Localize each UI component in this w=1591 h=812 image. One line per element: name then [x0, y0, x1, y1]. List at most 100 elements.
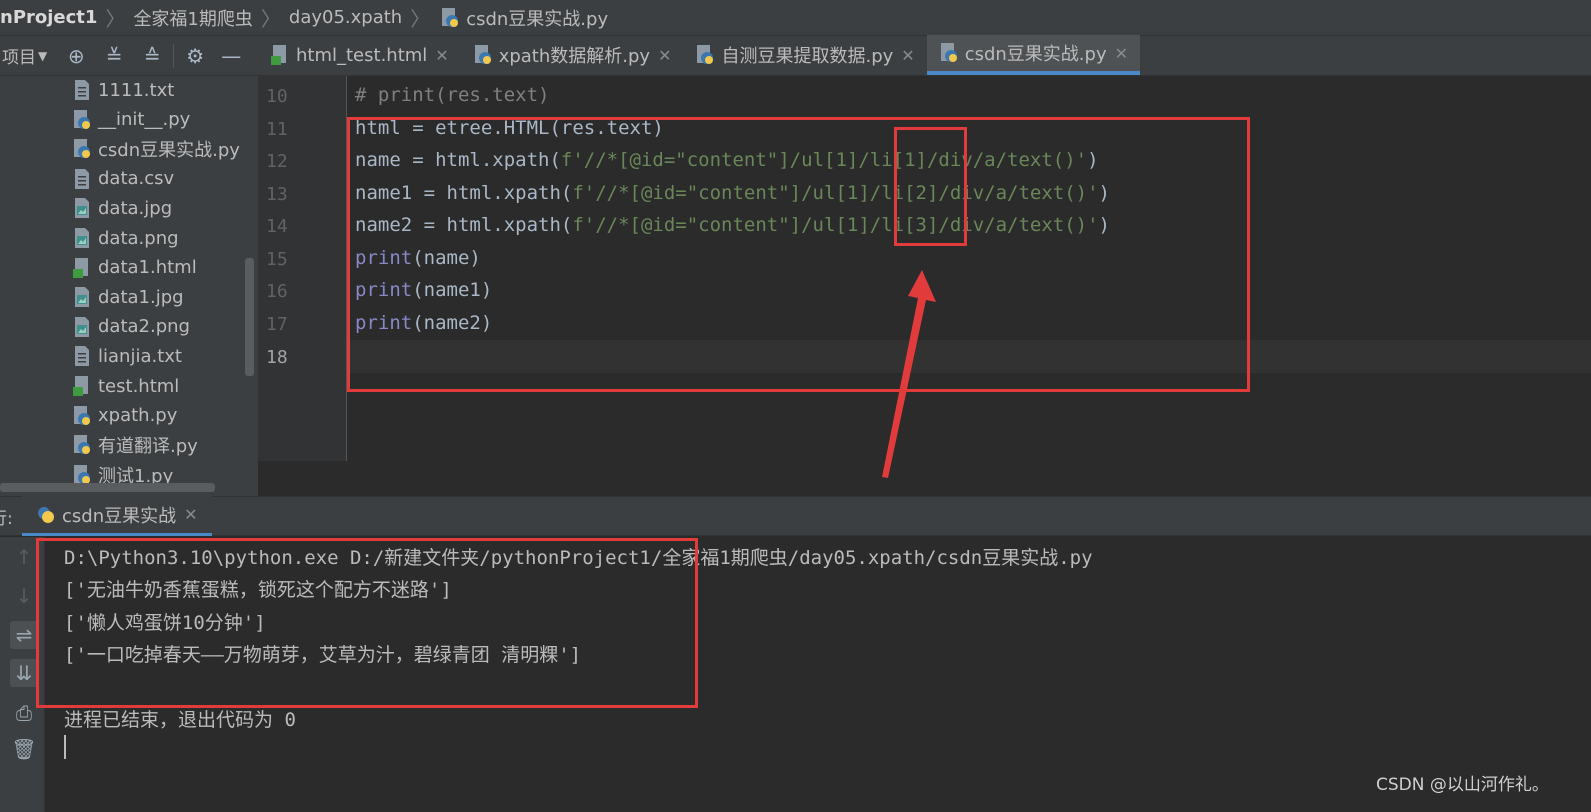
tree-item-file[interactable]: data1.jpg: [72, 283, 184, 311]
tree-item-label: data2.png: [98, 316, 190, 338]
html-file-icon: [73, 257, 88, 278]
python-file-icon: [74, 435, 90, 455]
project-view-selector[interactable]: 项目 ▼: [0, 43, 47, 68]
project-title: 项目: [2, 48, 36, 68]
python-icon: [38, 506, 54, 523]
tree-item-label: data1.html: [98, 257, 197, 279]
tree-item-file[interactable]: data.jpg: [72, 194, 172, 222]
tree-item-label: lianjia.txt: [98, 345, 182, 367]
text-cursor: [64, 735, 66, 759]
python-file-icon: [74, 405, 90, 425]
tab-label: xpath数据解析.py: [498, 46, 651, 67]
text-file-icon: [75, 168, 89, 189]
run-tab[interactable]: csdn豆果实战 ✕: [22, 496, 212, 536]
close-icon[interactable]: ✕: [435, 46, 448, 65]
project-toolbar: 项目 ▼ ⊕ ≚ ≙ ⚙ —: [0, 36, 258, 76]
line-number: 12: [266, 151, 288, 172]
tree-item-file[interactable]: __init__.py: [72, 106, 190, 134]
run-tab-label: csdn豆果实战: [62, 505, 177, 527]
close-icon[interactable]: ✕: [901, 46, 914, 65]
text-file-icon: [75, 80, 89, 100]
tree-item-file[interactable]: data.csv: [72, 165, 174, 193]
line-number: 10: [266, 86, 288, 107]
tree-item-file[interactable]: test.html: [72, 372, 179, 400]
tree-horizontal-scrollbar[interactable]: [0, 483, 215, 492]
python-file-icon: [74, 109, 90, 129]
tree-item-file[interactable]: 1111.txt: [72, 76, 174, 104]
image-file-icon: [75, 228, 89, 248]
collapse-all-icon[interactable]: ≙: [137, 41, 167, 71]
breadcrumb-project[interactable]: nProject1: [0, 7, 97, 28]
arrow-up-icon[interactable]: ↑: [10, 543, 38, 571]
tab-xpath-parse[interactable]: xpath数据解析.py ✕: [461, 35, 684, 75]
tab-label: csdn豆果实战.py: [964, 44, 1107, 65]
print-icon[interactable]: ⎙: [10, 699, 38, 727]
trash-icon[interactable]: 🗑: [10, 735, 38, 763]
annotation-index-box: [894, 127, 967, 246]
breadcrumb: nProject1 〉 全家福1期爬虫 〉 day05.xpath 〉 csdn…: [0, 0, 1591, 36]
watermark: CSDN @以山河作礼。: [1376, 775, 1549, 795]
line-number: 17: [266, 314, 288, 335]
editor-tabs: html_test.html ✕ xpath数据解析.py ✕ 自测豆果提取数据.p…: [258, 35, 1591, 76]
line-number: 18: [266, 347, 288, 368]
tree-vertical-scrollbar[interactable]: [245, 258, 254, 376]
console-line: 进程已结束，退出代码为 0: [64, 709, 296, 731]
tree-item-label: data.csv: [98, 168, 175, 190]
line-number: 11: [266, 119, 288, 140]
breadcrumb-separator: 〉: [260, 7, 281, 31]
tree-item-file[interactable]: 有道翻译.py: [72, 431, 198, 459]
tree-item-file[interactable]: data.png: [72, 224, 179, 252]
close-icon[interactable]: ✕: [658, 46, 671, 65]
tab-label: 自测豆果提取数据.py: [721, 46, 894, 67]
code-line: # print(res.text): [355, 84, 550, 106]
run-label: 行:: [0, 508, 13, 529]
breadcrumb-file[interactable]: csdn豆果实战.py: [466, 5, 608, 31]
close-icon[interactable]: ✕: [184, 505, 197, 524]
breadcrumb-folder[interactable]: 全家福1期爬虫: [133, 5, 252, 31]
annotation-output-box: [36, 538, 698, 708]
tree-item-file[interactable]: lianjia.txt: [72, 342, 182, 370]
close-icon[interactable]: ✕: [1115, 44, 1128, 63]
line-number: 16: [266, 281, 288, 302]
tree-item-label: csdn豆果实战.py: [98, 140, 240, 162]
breadcrumb-separator: 〉: [105, 7, 126, 31]
image-file-icon: [75, 198, 89, 219]
python-file-icon: [940, 43, 957, 62]
annotation-arrow: [882, 270, 936, 478]
python-file-icon: [74, 139, 90, 159]
scroll-to-end-icon[interactable]: ⇊: [10, 659, 38, 687]
line-number: 14: [266, 216, 288, 237]
tree-item-label: 1111.txt: [98, 79, 175, 101]
breadcrumb-subfolder[interactable]: day05.xpath: [289, 7, 402, 28]
tree-item-label: 有道翻译.py: [98, 436, 198, 458]
dropdown-arrow-icon: ▼: [38, 48, 48, 63]
tree-item-file[interactable]: data2.png: [72, 313, 190, 341]
locate-icon[interactable]: ⊕: [61, 41, 91, 71]
python-file-icon: [442, 7, 459, 27]
soft-wrap-icon[interactable]: ⇌: [10, 621, 38, 649]
tree-item-file[interactable]: data1.html: [72, 254, 197, 282]
line-number: 15: [266, 249, 288, 270]
tab-label: html_test.html: [296, 44, 428, 66]
expand-all-icon[interactable]: ≚: [99, 41, 129, 71]
tree-item-label: __init__.py: [98, 109, 191, 131]
gear-icon[interactable]: ⚙: [180, 41, 210, 71]
arrow-down-icon[interactable]: ↓: [10, 582, 38, 610]
breadcrumb-separator: 〉: [410, 7, 431, 31]
tree-item-file[interactable]: csdn豆果实战.py: [72, 135, 240, 163]
annotation-code-box: [347, 117, 1250, 392]
image-file-icon: [75, 287, 89, 308]
hide-icon[interactable]: —: [216, 41, 246, 71]
tab-html-test[interactable]: html_test.html ✕: [258, 35, 461, 75]
html-file-icon: [271, 45, 286, 65]
line-number: 13: [266, 184, 288, 205]
python-file-icon: [474, 45, 491, 64]
tab-self-test[interactable]: 自测豆果提取数据.py ✕: [683, 35, 926, 75]
tree-item-label: data.png: [98, 227, 179, 249]
tab-csdn-active[interactable]: csdn豆果实战.py ✕: [926, 35, 1141, 75]
tree-item-label: data.jpg: [98, 197, 173, 219]
run-panel-header: 行:: [0, 496, 1591, 536]
html-file-icon: [73, 376, 88, 396]
tree-item-file[interactable]: xpath.py: [72, 402, 177, 430]
tree-item-label: xpath.py: [98, 405, 178, 427]
